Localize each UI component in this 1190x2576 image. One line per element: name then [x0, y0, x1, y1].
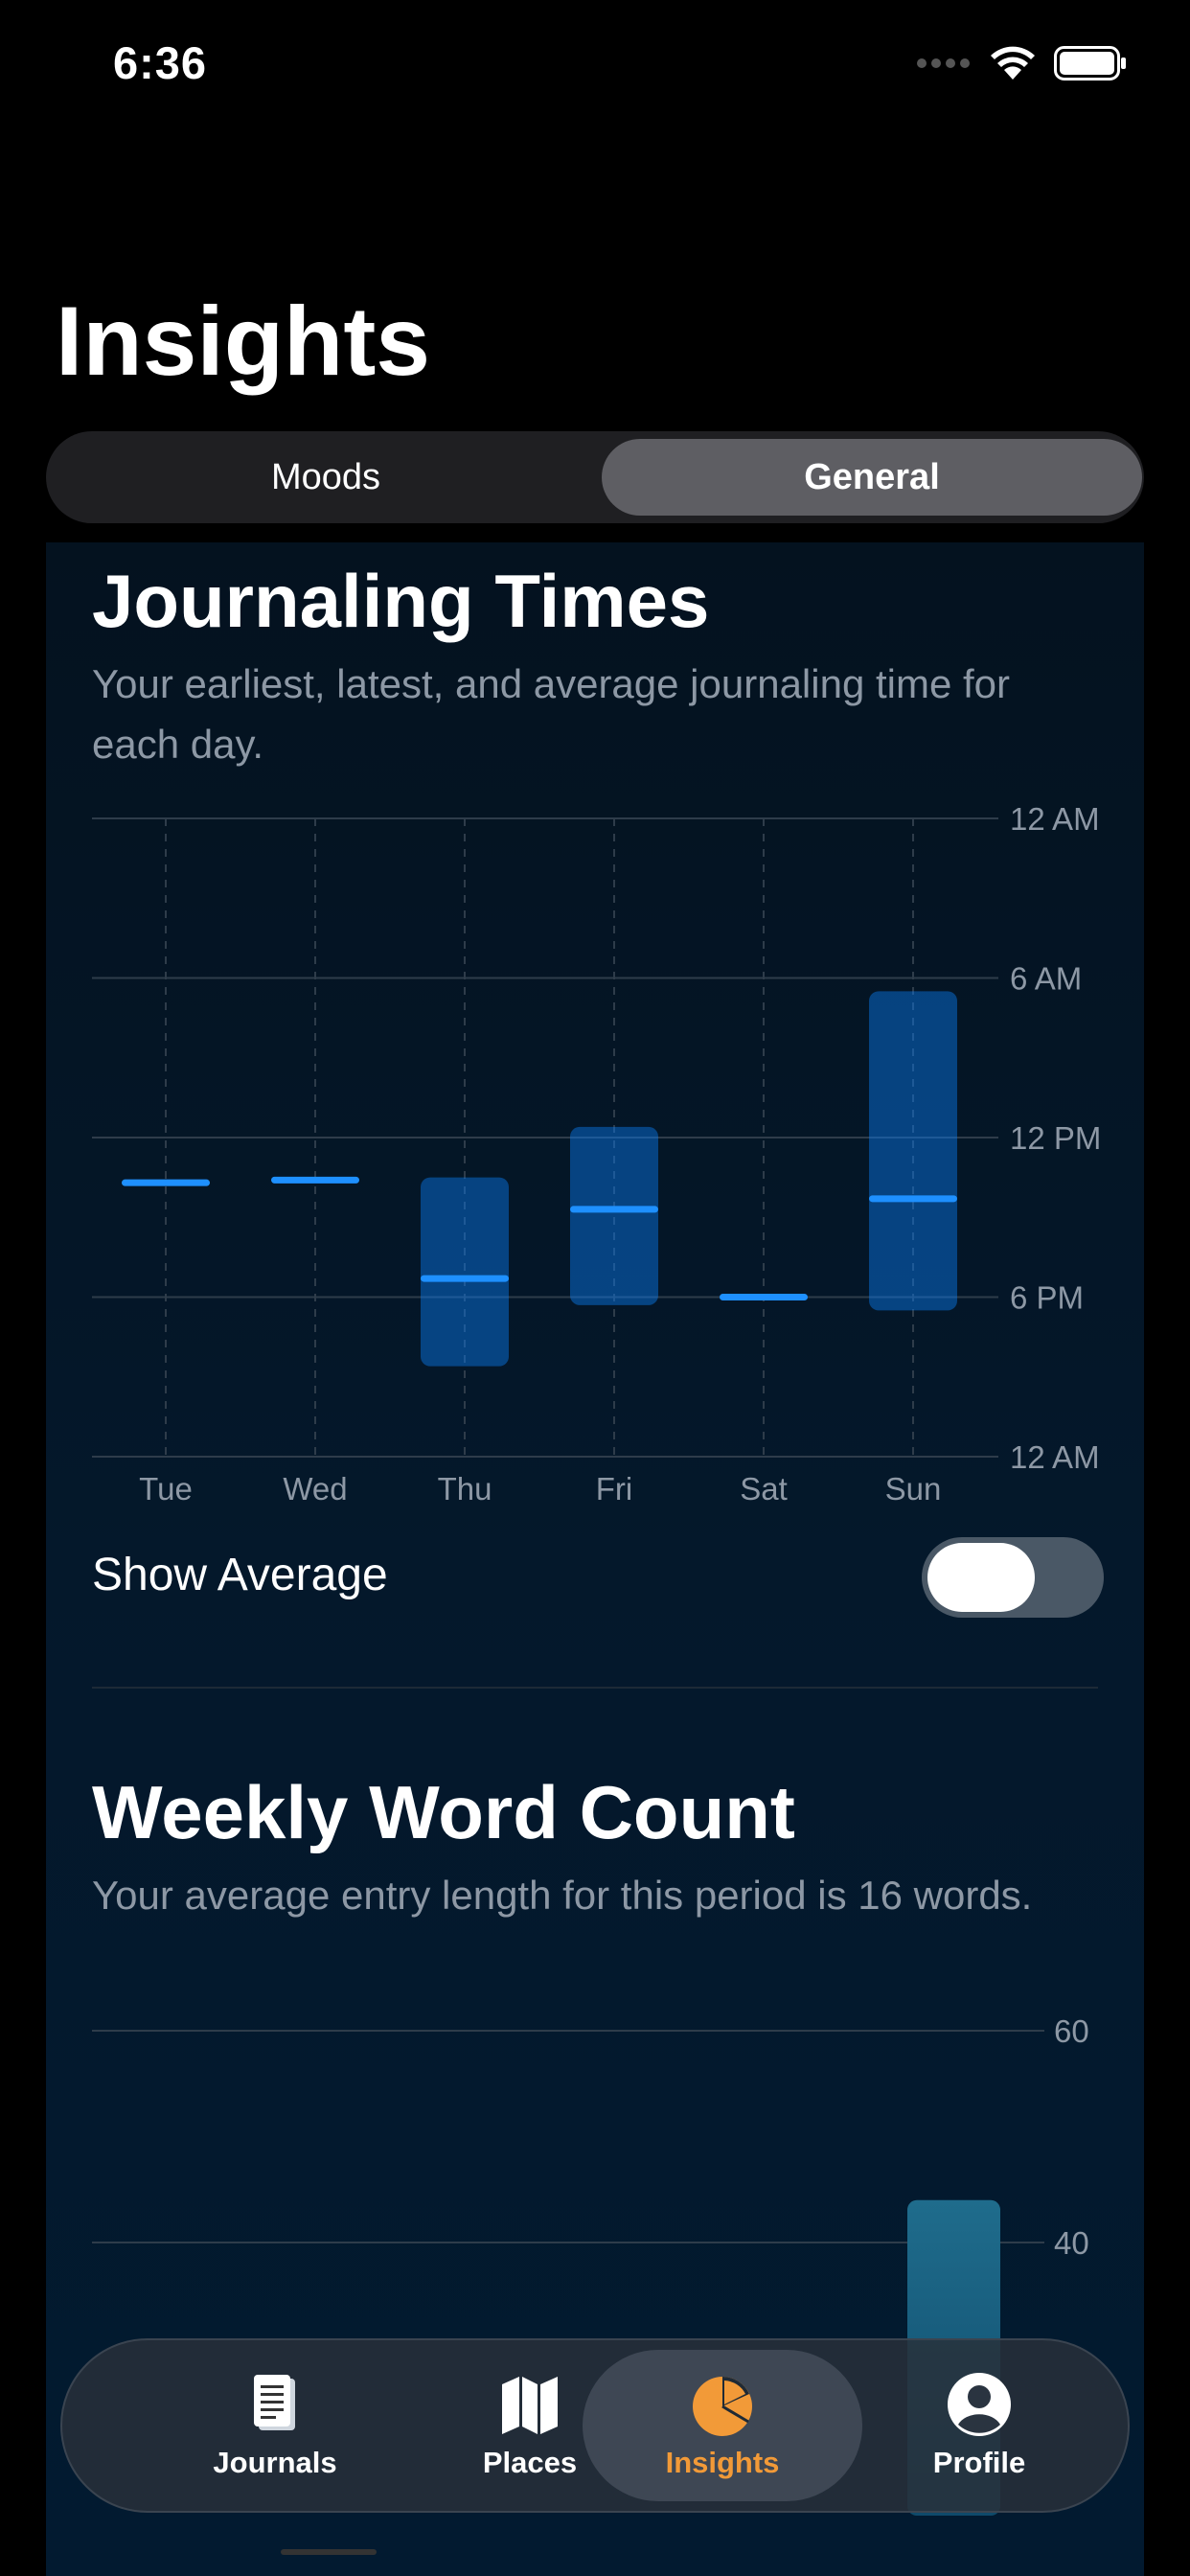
- tab-label-insights: Insights: [665, 2446, 780, 2479]
- journal-icon: [254, 2375, 295, 2430]
- tab-bar: Journals Places Insights Profile: [60, 2338, 1130, 2513]
- y-tick-label: 60: [1054, 2013, 1089, 2049]
- weekly-word-count-chart: 60 40: [92, 2013, 1089, 2516]
- home-indicator: [281, 2549, 377, 2555]
- tab-insights[interactable]: Insights: [583, 2350, 862, 2501]
- tab-label-places: Places: [482, 2446, 578, 2479]
- y-tick-label: 40: [1054, 2225, 1089, 2261]
- tab-label-journals: Journals: [213, 2446, 337, 2479]
- tab-profile[interactable]: Profile: [840, 2340, 1118, 2511]
- map-icon: [502, 2377, 558, 2434]
- tab-journals[interactable]: Journals: [136, 2340, 414, 2511]
- tab-label-profile: Profile: [932, 2446, 1026, 2479]
- pie-chart-icon: [693, 2377, 752, 2436]
- person-icon: [948, 2373, 1011, 2436]
